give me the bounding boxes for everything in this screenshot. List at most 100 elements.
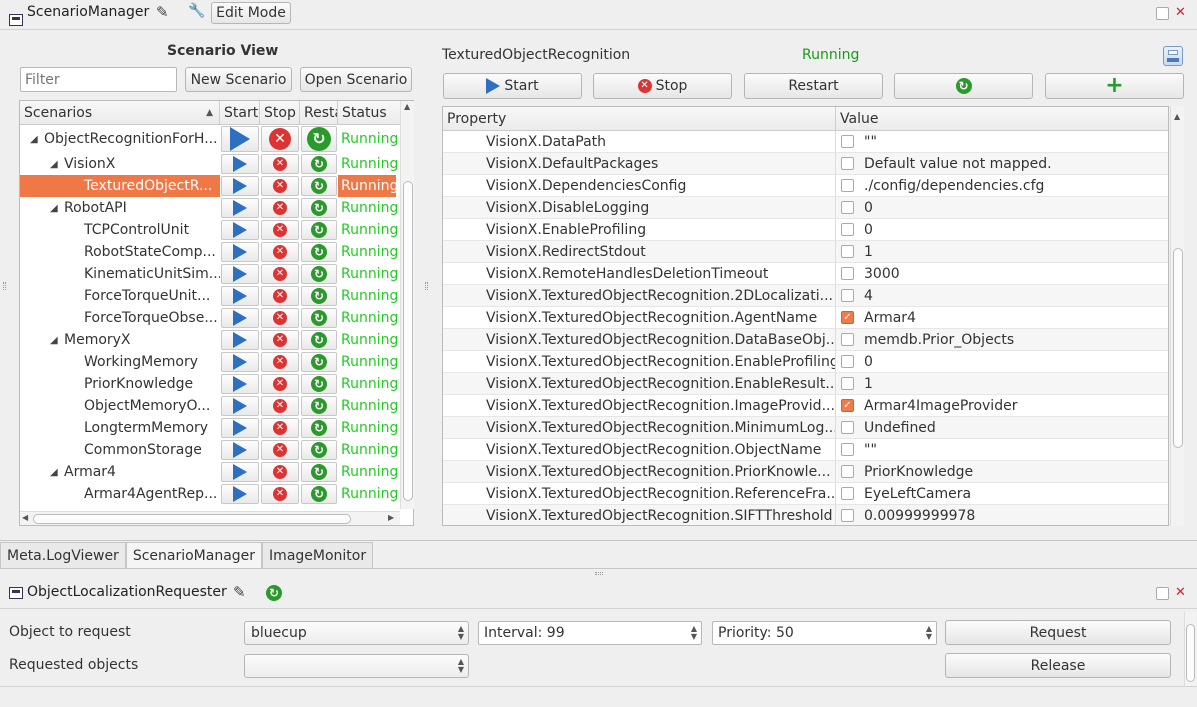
stop-button[interactable]: ✕ [261, 440, 299, 460]
spin-arrows-icon[interactable]: ▲ ▼ [926, 625, 932, 641]
scenario-tree-row[interactable]: KinematicUnitSim... ✕ ↻ Running [20, 263, 413, 285]
property-row[interactable]: VisionX.EnableProfiling 0 [443, 219, 1168, 241]
property-checkbox[interactable] [841, 135, 854, 148]
tree-vertical-thumb[interactable] [403, 181, 413, 501]
restart-button[interactable]: ↻ [301, 440, 337, 460]
restart-button[interactable]: ↻ [301, 484, 337, 504]
bottom-vertical-thumb[interactable] [1186, 624, 1195, 682]
col-status[interactable]: Status [338, 101, 400, 124]
start-button[interactable] [221, 286, 259, 306]
restart-button[interactable]: Restart [744, 73, 883, 99]
start-button[interactable] [221, 330, 259, 350]
scenario-tree-row[interactable]: ForceTorqueObse... ✕ ↻ Running [20, 307, 413, 329]
property-checkbox[interactable] [841, 509, 854, 522]
stop-button[interactable]: ✕ [261, 126, 299, 152]
interval-spinbox[interactable]: Interval: 99 ▲ ▼ [478, 621, 702, 645]
col-start[interactable]: Start [220, 101, 260, 124]
start-button[interactable] [221, 352, 259, 372]
property-checkbox[interactable] [841, 355, 854, 368]
property-value[interactable]: 0 [864, 354, 873, 370]
restart-button[interactable]: ↻ [301, 374, 337, 394]
property-row[interactable]: VisionX.RemoteHandlesDeletionTimeout 3000 [443, 263, 1168, 285]
start-button[interactable] [221, 126, 259, 152]
restart-button[interactable]: ↻ [301, 242, 337, 262]
scenario-tree-row[interactable]: TCPControlUnit ✕ ↻ Running [20, 219, 413, 241]
request-button[interactable]: Request [945, 620, 1171, 645]
property-row[interactable]: VisionX.TexturedObjectRecognition.ImageP… [443, 395, 1168, 417]
property-vertical-thumb[interactable] [1173, 248, 1183, 448]
stop-button[interactable]: ✕ [261, 176, 299, 196]
expand-arrow-icon[interactable]: ◢ [30, 134, 38, 145]
property-checkbox[interactable] [841, 157, 854, 170]
stop-button[interactable]: ✕ [261, 462, 299, 482]
property-checkbox[interactable] [841, 465, 854, 478]
property-checkbox[interactable] [841, 267, 854, 280]
scroll-up-icon[interactable]: ▲ [1174, 112, 1180, 121]
col-restart[interactable]: Resta [300, 101, 338, 124]
scenario-tree-row[interactable]: ◢ ObjectRecognitionForH... ✕ ↻ Running [20, 125, 413, 153]
scenario-tree-row[interactable]: ◢ VisionX ✕ ↻ Running [20, 153, 413, 175]
scenario-tree-row[interactable]: ForceTorqueUnit... ✕ ↻ Running [20, 285, 413, 307]
wrench-icon[interactable]: 🔧 [188, 3, 205, 19]
start-button[interactable] [221, 264, 259, 284]
scenario-tree-row[interactable]: CommonStorage ✕ ↻ Running [20, 439, 413, 461]
property-row[interactable]: VisionX.TexturedObjectRecognition.Enable… [443, 373, 1168, 395]
expand-arrow-icon[interactable]: ◢ [50, 335, 58, 346]
start-button[interactable] [221, 242, 259, 262]
scenario-tree[interactable]: Scenarios▲ Start Stop Resta Status ◢Obje… [19, 100, 414, 526]
scroll-right-icon[interactable]: ▶ [388, 513, 394, 522]
stop-button[interactable]: ✕ [261, 484, 299, 504]
property-row[interactable]: VisionX.TexturedObjectRecognition.DataBa… [443, 329, 1168, 351]
property-row[interactable]: VisionX.DefaultPackages Default value not… [443, 153, 1168, 175]
scenario-tree-row[interactable]: ◢ RobotAPI ✕ ↻ Running [20, 197, 413, 219]
restart-button[interactable]: ↻ [301, 286, 337, 306]
property-value[interactable]: PriorKnowledge [864, 464, 973, 480]
restart-button[interactable]: ↻ [301, 330, 337, 350]
property-checkbox[interactable] [841, 487, 854, 500]
stop-button[interactable]: ✕ [261, 418, 299, 438]
property-row[interactable]: VisionX.RedirectStdout 1 [443, 241, 1168, 263]
scenario-tree-row[interactable]: ◢ Armar4 ✕ ↻ Running [20, 461, 413, 483]
close-icon[interactable]: ✕ [1175, 5, 1186, 20]
property-value[interactable]: 4 [864, 288, 873, 304]
start-button[interactable] [221, 440, 259, 460]
restart-button[interactable]: ↻ [301, 126, 337, 152]
col-value[interactable]: Value [836, 107, 1168, 130]
restart-button[interactable]: ↻ [301, 220, 337, 240]
center-splitter-handle[interactable] [425, 282, 428, 290]
stop-button[interactable]: ✕ [261, 396, 299, 416]
restart-button[interactable]: ↻ [301, 308, 337, 328]
tab-imagemonitor[interactable]: ImageMonitor [262, 542, 374, 568]
property-row[interactable]: VisionX.TexturedObjectRecognition.Minimu… [443, 417, 1168, 439]
col-stop[interactable]: Stop [260, 101, 300, 124]
property-checkbox[interactable] [841, 289, 854, 302]
edit-mode-button[interactable]: Edit Mode [211, 2, 291, 24]
tree-vertical-scrollbar[interactable]: ▲ [400, 101, 414, 509]
stop-button[interactable]: ✕ [261, 286, 299, 306]
stop-button[interactable]: ✕ [261, 242, 299, 262]
property-value[interactable]: EyeLeftCamera [864, 486, 971, 502]
refresh-icon[interactable]: ↻ [266, 585, 282, 601]
restart-button[interactable]: ↻ [301, 198, 337, 218]
property-checkbox[interactable] [841, 421, 854, 434]
close-icon[interactable]: ✕ [1175, 585, 1186, 600]
filter-input[interactable] [20, 67, 177, 92]
property-value[interactable]: ./config/dependencies.cfg [864, 178, 1044, 194]
stop-button[interactable]: ✕ [261, 264, 299, 284]
start-button[interactable]: Start [443, 73, 582, 99]
open-scenario-button[interactable]: Open Scenario [300, 67, 412, 92]
property-value[interactable]: 0 [864, 222, 873, 238]
property-checkbox[interactable] [841, 443, 854, 456]
tab-meta-logviewer[interactable]: Meta.LogViewer [0, 542, 126, 568]
property-row[interactable]: VisionX.TexturedObjectRecognition.AgentN… [443, 307, 1168, 329]
scenario-tree-row[interactable]: ObjectMemoryO... ✕ ↻ Running [20, 395, 413, 417]
release-button[interactable]: Release [945, 653, 1171, 678]
property-value[interactable]: Armar4 [864, 310, 916, 326]
tree-horizontal-thumb[interactable] [33, 514, 351, 524]
col-property[interactable]: Property [443, 107, 836, 130]
property-checkbox[interactable]: ✓ [841, 311, 854, 324]
scroll-up-icon[interactable]: ▲ [404, 102, 410, 111]
float-window-button[interactable] [1156, 7, 1169, 20]
start-button[interactable] [221, 374, 259, 394]
property-value[interactable]: 1 [864, 376, 873, 392]
